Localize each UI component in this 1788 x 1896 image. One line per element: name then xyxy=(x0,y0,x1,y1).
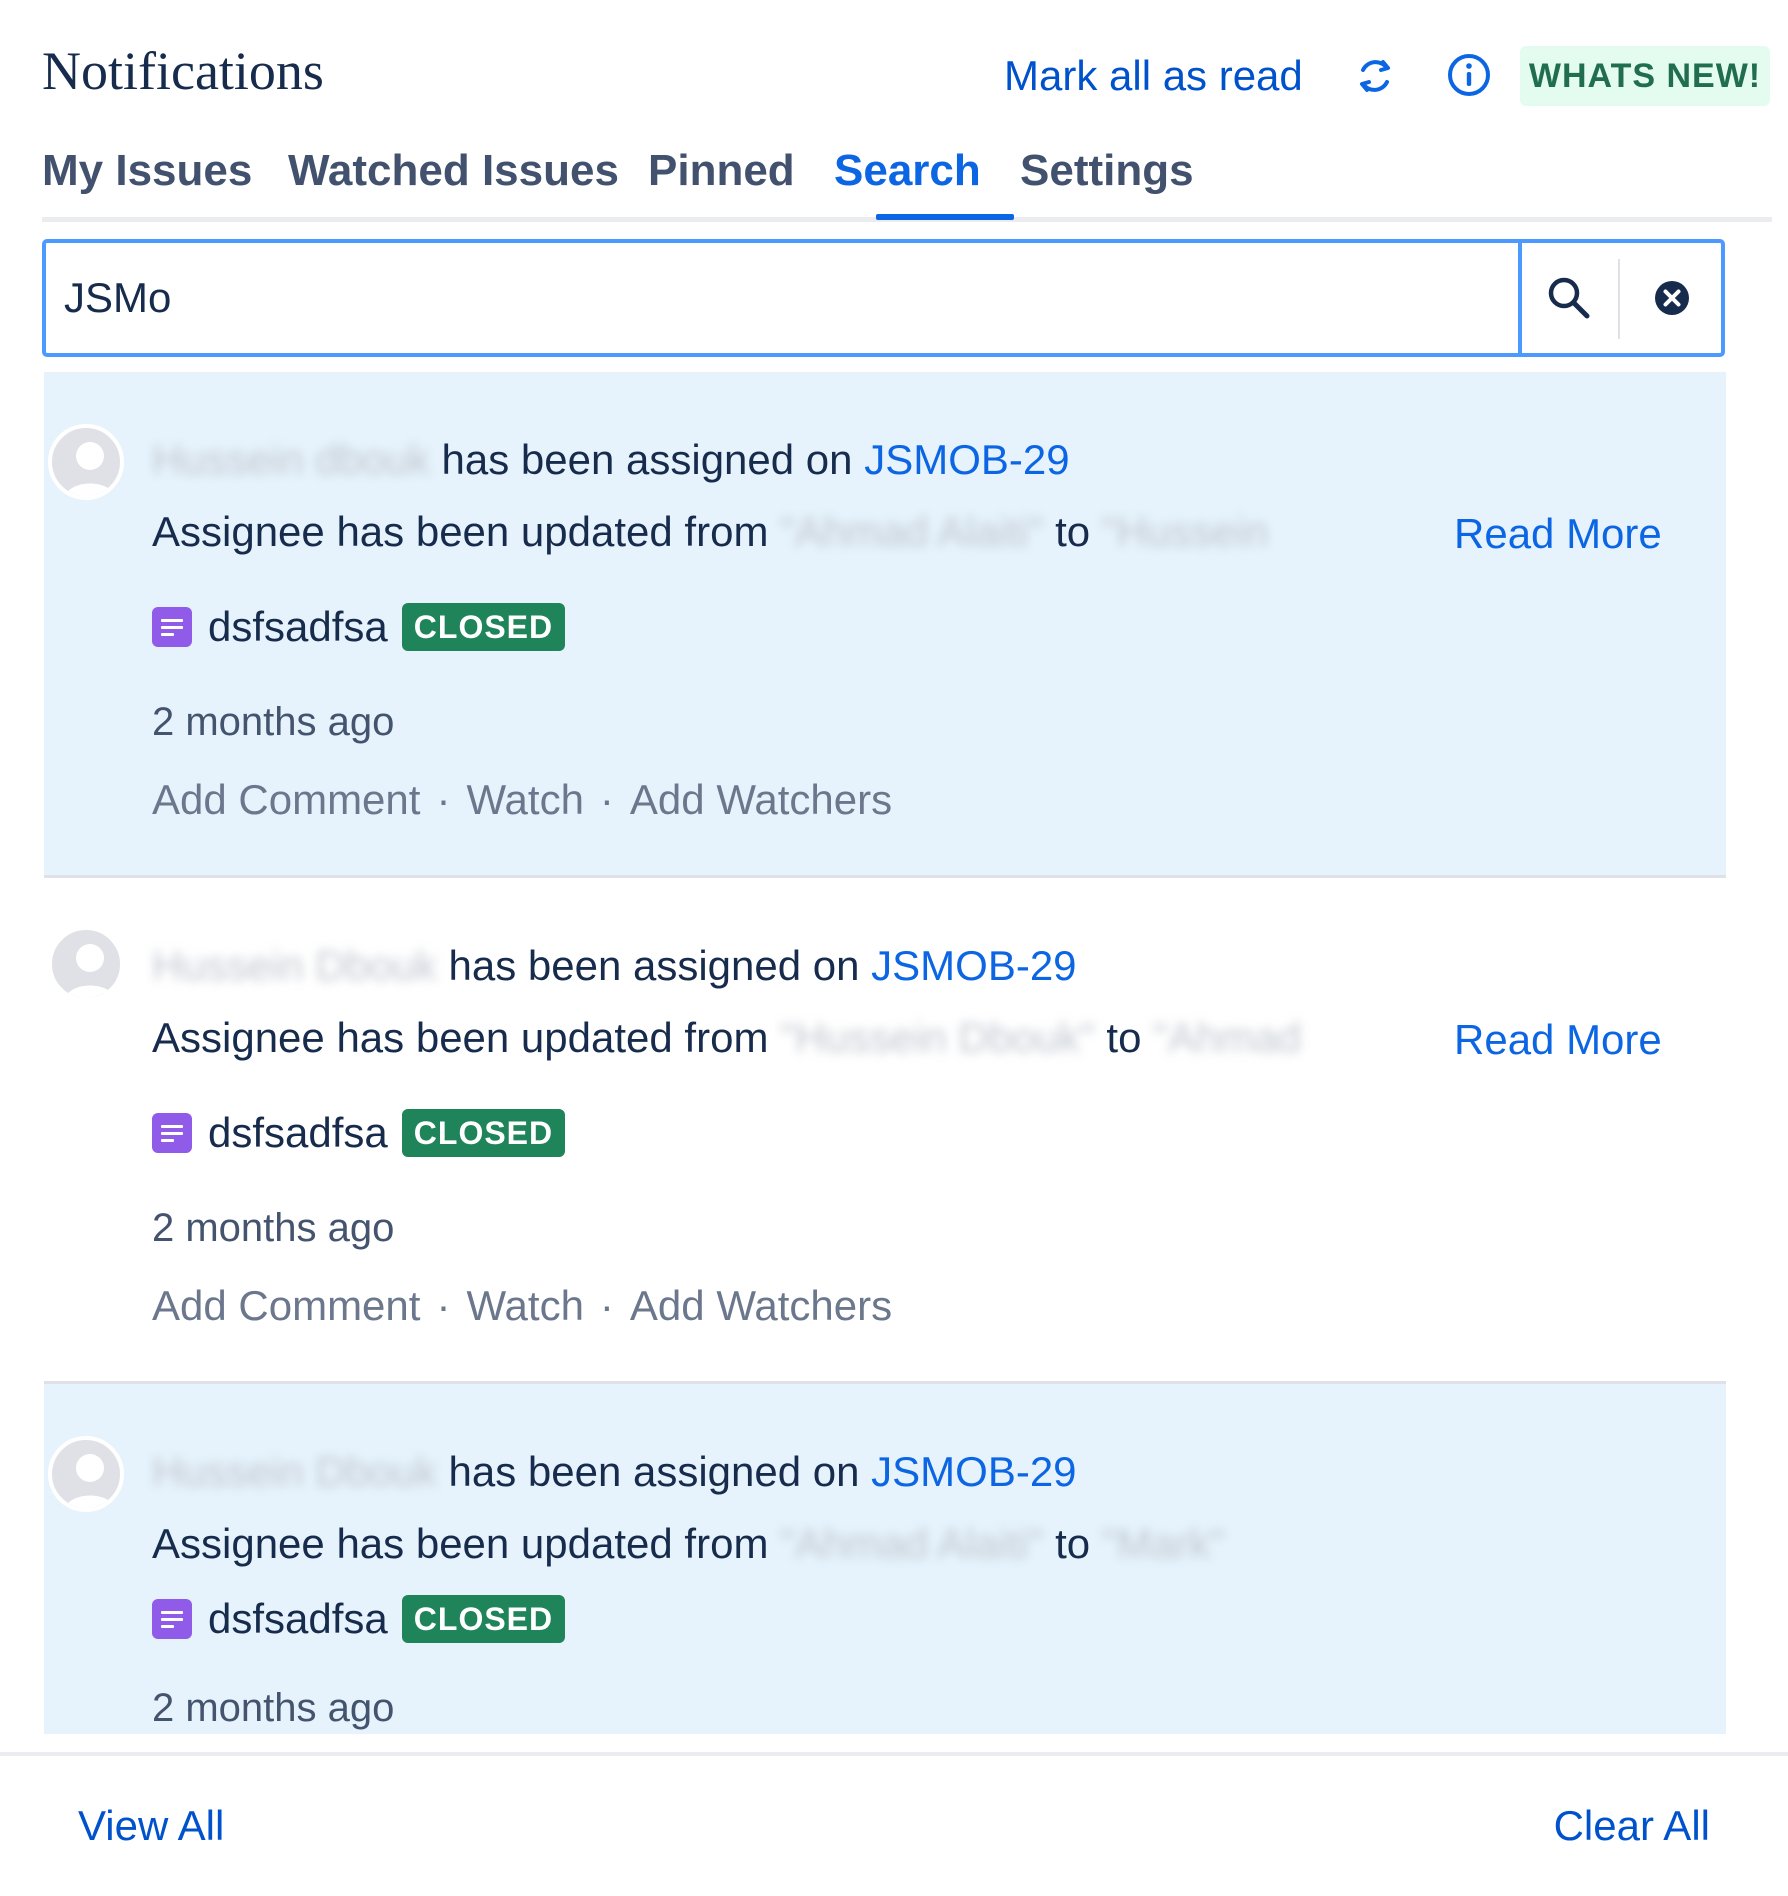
notification-headline: Hussein Dbouk has been assigned on JSMOB… xyxy=(152,1448,1077,1496)
to-word: to xyxy=(1106,1014,1142,1061)
change-text: Assignee has been updated from xyxy=(152,508,769,555)
issue-row: dsfsadfsa CLOSED xyxy=(152,1594,566,1644)
change-text: Assignee has been updated from xyxy=(152,1520,769,1567)
notification-card[interactable]: Hussein Dbouk has been assigned on JSMOB… xyxy=(44,878,1726,1381)
notification-actions: Add Comment · Watch · Add Watchers xyxy=(152,1282,892,1330)
change-description: Assignee has been updated from "Hussein … xyxy=(152,1014,1301,1062)
tab-watched-issues[interactable]: Watched Issues xyxy=(288,146,619,196)
avatar[interactable] xyxy=(48,424,124,500)
action-text: has been assigned on xyxy=(441,436,853,483)
tab-pinned[interactable]: Pinned xyxy=(648,146,795,196)
info-icon[interactable] xyxy=(1442,48,1496,102)
tab-search[interactable]: Search xyxy=(834,146,981,196)
active-tab-indicator xyxy=(876,214,1014,220)
add-comment-link[interactable]: Add Comment xyxy=(152,776,420,823)
issue-row: dsfsadfsa CLOSED xyxy=(152,602,566,652)
tab-bar: My Issues Watched Issues Pinned Search S… xyxy=(42,142,1772,222)
issue-title[interactable]: dsfsadfsa xyxy=(208,1109,388,1157)
read-more-link[interactable]: Read More xyxy=(1454,510,1662,558)
to-value: "Mark" xyxy=(1101,1520,1225,1567)
issue-title[interactable]: dsfsadfsa xyxy=(208,1595,388,1643)
from-value: "Hussein Dbouk" xyxy=(780,1014,1095,1061)
watch-link[interactable]: Watch xyxy=(466,1282,583,1329)
tab-settings[interactable]: Settings xyxy=(1020,146,1194,196)
status-badge: CLOSED xyxy=(401,603,566,651)
to-word: to xyxy=(1055,508,1091,555)
timestamp: 2 months ago xyxy=(152,700,395,744)
search-input[interactable] xyxy=(64,243,1504,353)
issue-type-icon xyxy=(152,1113,192,1153)
separator-dot: · xyxy=(436,1282,451,1329)
notification-actions: Add Comment · Watch · Add Watchers xyxy=(152,776,892,824)
actor-name[interactable]: Hussein dbouk xyxy=(152,436,430,483)
refresh-icon[interactable] xyxy=(1349,50,1401,102)
timestamp: 2 months ago xyxy=(152,1686,395,1730)
notification-list: Hussein dbouk has been assigned on JSMOB… xyxy=(44,372,1726,1734)
mark-all-read-button[interactable]: Mark all as read xyxy=(1004,52,1303,100)
issue-title[interactable]: dsfsadfsa xyxy=(208,603,388,651)
issue-key-link[interactable]: JSMOB-29 xyxy=(864,436,1069,483)
notification-card[interactable]: Hussein dbouk has been assigned on JSMOB… xyxy=(44,372,1726,877)
close-circle-icon xyxy=(1655,281,1689,315)
read-more-link[interactable]: Read More xyxy=(1454,1016,1662,1064)
notification-card[interactable]: Hussein Dbouk has been assigned on JSMOB… xyxy=(44,1384,1726,1734)
notification-headline: Hussein dbouk has been assigned on JSMOB… xyxy=(152,436,1070,484)
status-badge: CLOSED xyxy=(401,1595,566,1643)
issue-key-link[interactable]: JSMOB-29 xyxy=(871,942,1076,989)
view-all-button[interactable]: View All xyxy=(78,1802,224,1850)
action-text: has been assigned on xyxy=(448,942,860,989)
actor-name[interactable]: Hussein Dbouk xyxy=(152,1448,437,1495)
actor-name[interactable]: Hussein Dbouk xyxy=(152,942,437,989)
change-description: Assignee has been updated from "Ahmad Al… xyxy=(152,508,1268,556)
status-badge: CLOSED xyxy=(401,1109,566,1157)
search-button[interactable] xyxy=(1518,243,1616,353)
action-text: has been assigned on xyxy=(448,1448,860,1495)
timestamp: 2 months ago xyxy=(152,1206,395,1250)
add-watchers-link[interactable]: Add Watchers xyxy=(630,776,892,823)
avatar[interactable] xyxy=(48,1436,124,1512)
change-description: Assignee has been updated from "Ahmad Al… xyxy=(152,1520,1225,1568)
issue-type-icon xyxy=(152,607,192,647)
separator-dot: · xyxy=(436,776,451,823)
to-value: "Hussein xyxy=(1101,508,1269,555)
to-word: to xyxy=(1055,1520,1091,1567)
change-text: Assignee has been updated from xyxy=(152,1014,769,1061)
search-icon xyxy=(1548,277,1590,319)
watch-link[interactable]: Watch xyxy=(466,776,583,823)
to-value: "Ahmad xyxy=(1153,1014,1302,1061)
whats-new-badge[interactable]: WHATS NEW! xyxy=(1520,46,1770,106)
tab-my-issues[interactable]: My Issues xyxy=(42,146,252,196)
add-comment-link[interactable]: Add Comment xyxy=(152,1282,420,1329)
issue-type-icon xyxy=(152,1599,192,1639)
header: Notifications Mark all as read WHATS NEW… xyxy=(42,30,1772,110)
add-watchers-link[interactable]: Add Watchers xyxy=(630,1282,892,1329)
issue-row: dsfsadfsa CLOSED xyxy=(152,1108,566,1158)
search-box xyxy=(42,239,1725,357)
footer: View All Clear All xyxy=(0,1752,1788,1896)
notification-headline: Hussein Dbouk has been assigned on JSMOB… xyxy=(152,942,1077,990)
page-title: Notifications xyxy=(42,41,324,101)
separator-dot: · xyxy=(599,776,614,823)
clear-all-button[interactable]: Clear All xyxy=(1554,1802,1710,1850)
issue-key-link[interactable]: JSMOB-29 xyxy=(871,1448,1076,1495)
clear-search-button[interactable] xyxy=(1622,243,1722,353)
from-value: "Ahmad Alaiti" xyxy=(780,1520,1044,1567)
separator-dot: · xyxy=(599,1282,614,1329)
avatar[interactable] xyxy=(48,926,124,1002)
from-value: "Ahmad Alaiti" xyxy=(780,508,1044,555)
search-divider xyxy=(1618,259,1620,339)
